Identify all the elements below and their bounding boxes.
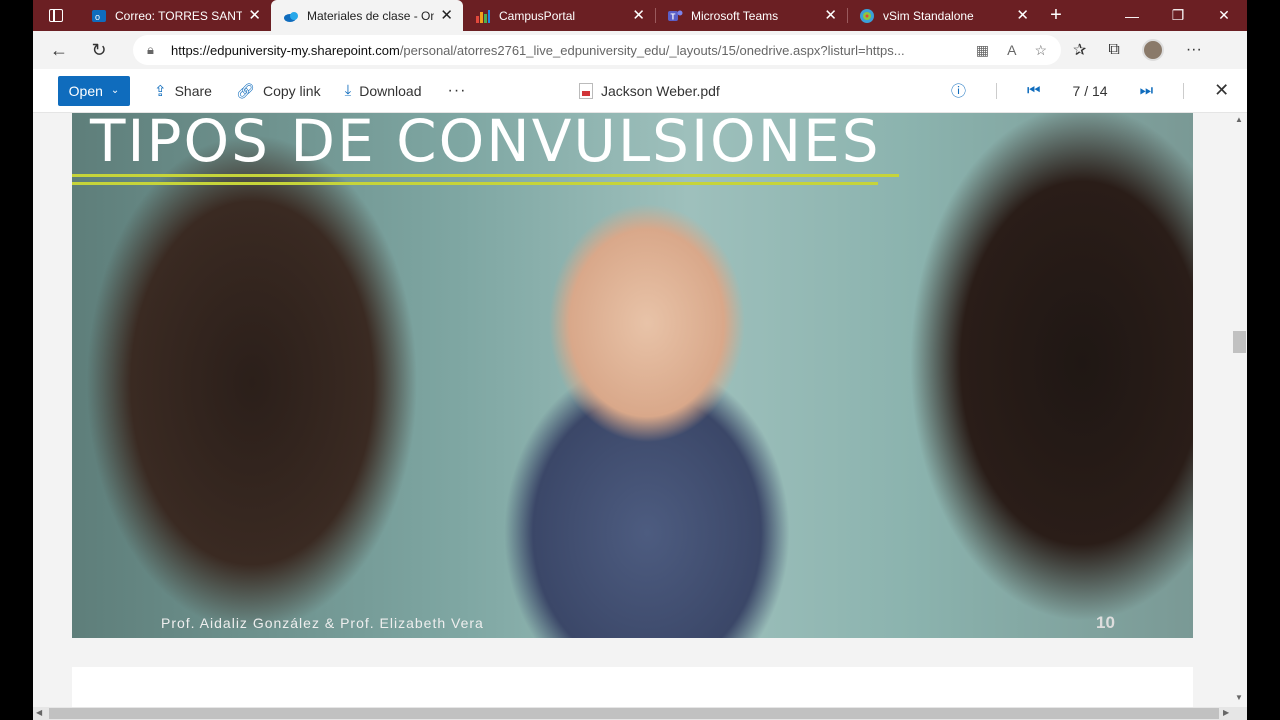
divider: [996, 82, 998, 99]
new-tab-button[interactable]: +: [1039, 0, 1073, 31]
share-icon: ⇪: [154, 82, 167, 100]
more-options-button[interactable]: ···: [447, 82, 466, 100]
pdf-icon: [579, 82, 593, 99]
tab-correo[interactable]: o Correo: TORRES SANTANA ✕: [79, 0, 271, 31]
tab-materiales[interactable]: Materiales de clase - OneDrive ✕: [271, 0, 463, 31]
restore-button[interactable]: ❐: [1155, 0, 1201, 31]
browser-window: o Correo: TORRES SANTANA ✕ Materiales de…: [33, 0, 1247, 720]
viewer-toolbar: Open ⌄ ⇪ Share 🔗︎ Copy link ⤓ Download ·…: [33, 69, 1247, 113]
tab-title: Materiales de clase - OneDrive: [307, 8, 435, 23]
tab-title: Microsoft Teams: [691, 8, 779, 23]
close-tab-icon[interactable]: ✕: [824, 8, 837, 23]
settings-more-icon[interactable]: ···: [1186, 41, 1202, 59]
share-label: Share: [174, 82, 212, 99]
close-window-button[interactable]: ✕: [1201, 0, 1247, 31]
scroll-right-icon[interactable]: ▶: [1223, 708, 1229, 717]
open-button[interactable]: Open ⌄: [58, 75, 130, 106]
url-path: /personal/atorres2761_live_edpuniversity…: [399, 42, 905, 58]
collections-icon[interactable]: ⧉: [1108, 41, 1119, 59]
info-icon[interactable]: ⓘ: [951, 80, 966, 101]
close-viewer-icon[interactable]: ✕: [1214, 80, 1229, 101]
close-tab-icon[interactable]: ✕: [1016, 8, 1029, 23]
viewer-nav: ⓘ ⏮ 7 / 14 ⏭ ✕: [951, 80, 1229, 101]
link-icon: 🔗︎: [235, 82, 255, 100]
browser-toolbar-icons: ✰ ⧉ ···: [1073, 31, 1202, 69]
first-page-icon[interactable]: ⏮: [1027, 82, 1041, 99]
svg-text:o: o: [95, 12, 100, 22]
slide-title: TIPOS DE CONVULSIONES: [90, 113, 881, 175]
last-page-icon[interactable]: ⏭: [1140, 82, 1154, 99]
tab-title: CampusPortal: [499, 8, 576, 23]
close-tab-icon[interactable]: ✕: [632, 8, 645, 23]
divider: [1183, 82, 1185, 99]
download-icon: ⤓: [344, 82, 352, 99]
scroll-left-icon[interactable]: ◀: [36, 708, 42, 717]
tab-actions-icon: [49, 9, 63, 22]
close-tab-icon[interactable]: ✕: [248, 8, 261, 23]
address-toolbar: ← ↻ 🔒︎ https://edpuniversity-my.sharepoi…: [33, 31, 1247, 69]
scroll-down-icon[interactable]: ▼: [1235, 693, 1243, 702]
open-label: Open: [68, 82, 103, 99]
download-label: Download: [359, 82, 422, 99]
document-name-label: Jackson Weber.pdf: [601, 82, 720, 99]
title-underline: [72, 174, 899, 177]
scroll-thumb[interactable]: [49, 708, 1219, 719]
document-name: Jackson Weber.pdf: [579, 82, 720, 99]
copy-link-button[interactable]: 🔗︎ Copy link: [236, 82, 321, 100]
tab-title: vSim Standalone: [883, 8, 974, 23]
read-aloud-icon[interactable]: A: [1007, 42, 1016, 59]
document-viewport[interactable]: TIPOS DE CONVULSIONES Prof. Aidaliz Gonz…: [33, 113, 1247, 707]
minimize-button[interactable]: —: [1109, 0, 1155, 31]
apps-icon[interactable]: ▦: [976, 42, 989, 59]
scroll-up-icon[interactable]: ▲: [1235, 115, 1243, 124]
onedrive-icon: [283, 8, 299, 24]
favorites-icon[interactable]: ✰: [1073, 40, 1086, 60]
vsim-icon: [859, 8, 875, 24]
close-tab-icon[interactable]: ✕: [440, 8, 453, 23]
svg-text:T: T: [671, 12, 676, 21]
address-bar[interactable]: 🔒︎ https://edpuniversity-my.sharepoint.c…: [133, 35, 1061, 65]
bar-chart-icon: [475, 8, 491, 24]
refresh-button[interactable]: ↻: [79, 40, 119, 61]
add-favorite-icon[interactable]: ☆: [1034, 42, 1047, 59]
horizontal-scrollbar[interactable]: ◀ ▶: [33, 707, 1247, 720]
tab-campusportal[interactable]: CampusPortal ✕: [463, 0, 655, 31]
scroll-thumb[interactable]: [1233, 331, 1246, 353]
lock-icon: 🔒︎: [147, 42, 154, 57]
outlook-icon: o: [91, 8, 107, 24]
back-button[interactable]: ←: [39, 40, 79, 61]
tab-strip: o Correo: TORRES SANTANA ✕ Materiales de…: [33, 0, 1247, 31]
address-icons: ▦ A ☆: [976, 42, 1061, 59]
page-indicator: 7 / 14: [1072, 82, 1108, 99]
download-button[interactable]: ⤓ Download: [345, 82, 422, 99]
tab-vsim[interactable]: vSim Standalone ✕: [847, 0, 1039, 31]
next-page: [72, 667, 1193, 707]
slide-authors: Prof. Aidaliz González & Prof. Elizabeth…: [161, 615, 484, 631]
share-button[interactable]: ⇪ Share: [154, 82, 212, 100]
vertical-scrollbar[interactable]: ▲ ▼: [1232, 113, 1247, 707]
tab-actions-button[interactable]: [33, 0, 79, 31]
url-host: https://edpuniversity-my.sharepoint.com: [171, 42, 400, 58]
window-controls: — ❐ ✕: [1109, 0, 1247, 31]
teams-icon: T: [667, 8, 683, 24]
slide-number: 10: [1096, 613, 1115, 632]
copy-link-label: Copy link: [262, 82, 321, 99]
title-underline: [72, 182, 878, 185]
tab-teams[interactable]: T Microsoft Teams ✕: [655, 0, 847, 31]
avatar[interactable]: [1141, 39, 1164, 61]
tab-title: Correo: TORRES SANTANA: [115, 8, 243, 23]
slide-page: TIPOS DE CONVULSIONES Prof. Aidaliz Gonz…: [72, 113, 1193, 638]
chevron-down-icon: ⌄: [110, 85, 120, 96]
